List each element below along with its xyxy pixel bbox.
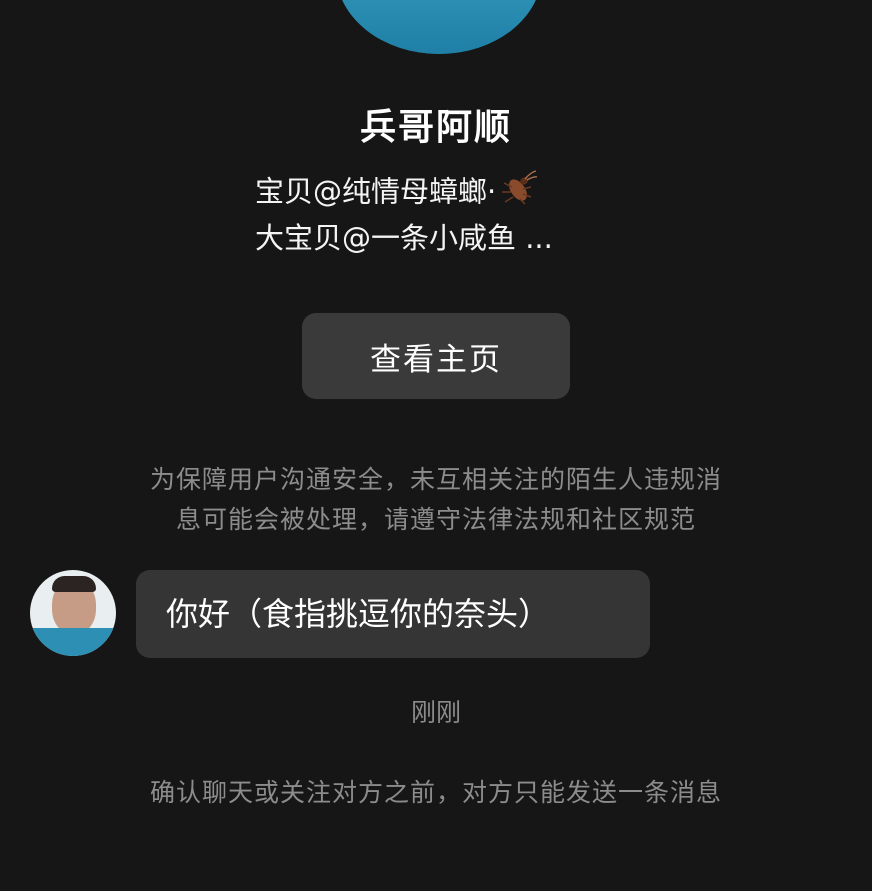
safety-notice-line-1: 为保障用户沟通安全，未互相关注的陌生人违规消 (149, 465, 722, 494)
bio-line-1: 宝贝@纯情母蟑螂· (255, 170, 553, 217)
message-limit-notice: 确认聊天或关注对方之前，对方只能发送一条消息 (149, 778, 722, 807)
safety-notice: 为保障用户沟通安全，未互相关注的陌生人违规消 息可能会被处理，请遵守法律法规和社… (100, 460, 772, 540)
profile-bio: 宝贝@纯情母蟑螂· 大宝贝@一条小咸鱼 ... (255, 170, 553, 259)
bio-line-1-text: 宝贝@纯情母蟑螂· (255, 174, 497, 209)
bio-line-2: 大宝贝@一条小咸鱼 ... (255, 221, 553, 255)
sender-avatar-hair (52, 576, 96, 592)
view-profile-button[interactable]: 查看主页 (302, 313, 570, 399)
cockroach-icon (498, 170, 538, 217)
sender-avatar-shirt (30, 628, 116, 656)
message-bubble[interactable]: 你好（食指挑逗你的奈头） (136, 570, 650, 658)
safety-notice-line-2: 息可能会被处理，请遵守法律法规和社区规范 (175, 505, 696, 534)
avatar-shirt (336, 0, 542, 54)
sender-avatar[interactable] (30, 570, 116, 656)
profile-name: 兵哥阿顺 (359, 107, 512, 148)
profile-avatar[interactable] (336, 0, 542, 54)
message-row: 你好（食指挑逗你的奈头） (30, 570, 850, 660)
message-timestamp: 刚刚 (410, 698, 461, 727)
chat-screen: 兵哥阿顺 宝贝@纯情母蟑螂· 大宝贝@一条小咸鱼 ... 查看主页 为保障用户沟… (0, 0, 872, 891)
